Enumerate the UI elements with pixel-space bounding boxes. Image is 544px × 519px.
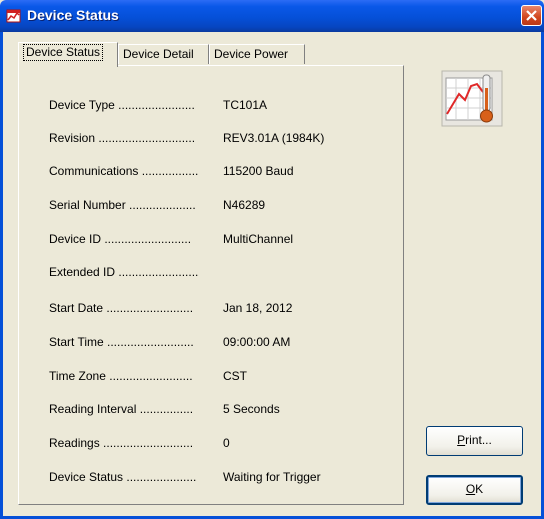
row-label: Time Zone ......................... xyxy=(49,369,193,383)
row-label: Device ID .......................... xyxy=(49,232,192,246)
row-label: Start Time .......................... xyxy=(49,335,194,349)
status-row-start-time: Start Time .......................... 09… xyxy=(49,334,290,350)
status-row-serial-number: Serial Number .................... N4628… xyxy=(49,197,265,213)
row-label: Start Date .......................... xyxy=(49,301,194,315)
window-title: Device Status xyxy=(27,7,119,23)
print-label: rint... xyxy=(465,433,492,447)
row-value: 5 Seconds xyxy=(223,402,280,416)
status-row-start-date: Start Date .......................... Ja… xyxy=(49,300,292,316)
ok-button[interactable]: OK xyxy=(426,475,523,505)
row-value: TC101A xyxy=(223,98,268,112)
row-value: MultiChannel xyxy=(223,232,294,246)
row-value: Jan 18, 2012 xyxy=(223,301,293,315)
ok-mnemonic: O xyxy=(465,482,476,496)
status-row-reading-interval: Reading Interval ................ 5 Seco… xyxy=(49,401,280,417)
row-label: Readings ........................... xyxy=(49,436,194,450)
row-value: REV3.01A (1984K) xyxy=(223,131,325,145)
row-value: N46289 xyxy=(223,198,266,212)
row-value: CST xyxy=(223,369,247,383)
status-row-extended-id: Extended ID ........................ xyxy=(49,264,198,280)
row-value: 0 xyxy=(223,436,230,450)
red-chart-icon xyxy=(6,9,21,23)
print-button[interactable]: Print... xyxy=(426,426,523,456)
row-label: Device Status ..................... xyxy=(49,470,197,484)
row-label: Revision ............................. xyxy=(49,131,196,145)
ok-label: K xyxy=(475,482,484,496)
tab-device-power[interactable]: Device Power xyxy=(209,44,305,64)
row-label: Device Type ....................... xyxy=(49,98,195,112)
status-row-time-zone: Time Zone ......................... CST xyxy=(49,368,247,384)
tab-label: Device Status xyxy=(23,44,104,61)
device-status-panel: Device Type ....................... TC10… xyxy=(18,65,404,505)
row-label: Serial Number .................... xyxy=(49,198,196,212)
row-value: 115200 Baud xyxy=(223,164,294,178)
window-frame-left xyxy=(0,32,3,519)
tab-device-status[interactable]: Device Status xyxy=(18,42,118,67)
row-label: Extended ID ........................ xyxy=(49,265,199,279)
thermometer-chart-icon xyxy=(441,70,503,127)
tab-device-detail[interactable]: Device Detail xyxy=(118,44,209,64)
title-bar: Device Status xyxy=(0,0,544,32)
close-x-icon xyxy=(526,10,537,21)
status-row-readings: Readings ........................... 0 xyxy=(49,435,230,451)
print-mnemonic: P xyxy=(457,433,466,447)
status-row-communications: Communications ................. 115200 … xyxy=(49,163,294,179)
status-row-revision: Revision ............................. R… xyxy=(49,130,324,146)
status-row-device-type: Device Type ....................... TC10… xyxy=(49,97,267,113)
row-label: Reading Interval ................ xyxy=(49,402,194,416)
close-button[interactable] xyxy=(521,5,542,26)
status-row-device-id: Device ID .......................... Mul… xyxy=(49,231,293,247)
row-value: Waiting for Trigger xyxy=(223,470,321,484)
tab-label: Device Power xyxy=(214,47,289,61)
row-label: Communications ................. xyxy=(49,164,199,178)
status-row-device-status: Device Status ..................... Wait… xyxy=(49,469,321,485)
row-value: 09:00:00 AM xyxy=(223,335,291,349)
tab-label: Device Detail xyxy=(123,47,194,61)
